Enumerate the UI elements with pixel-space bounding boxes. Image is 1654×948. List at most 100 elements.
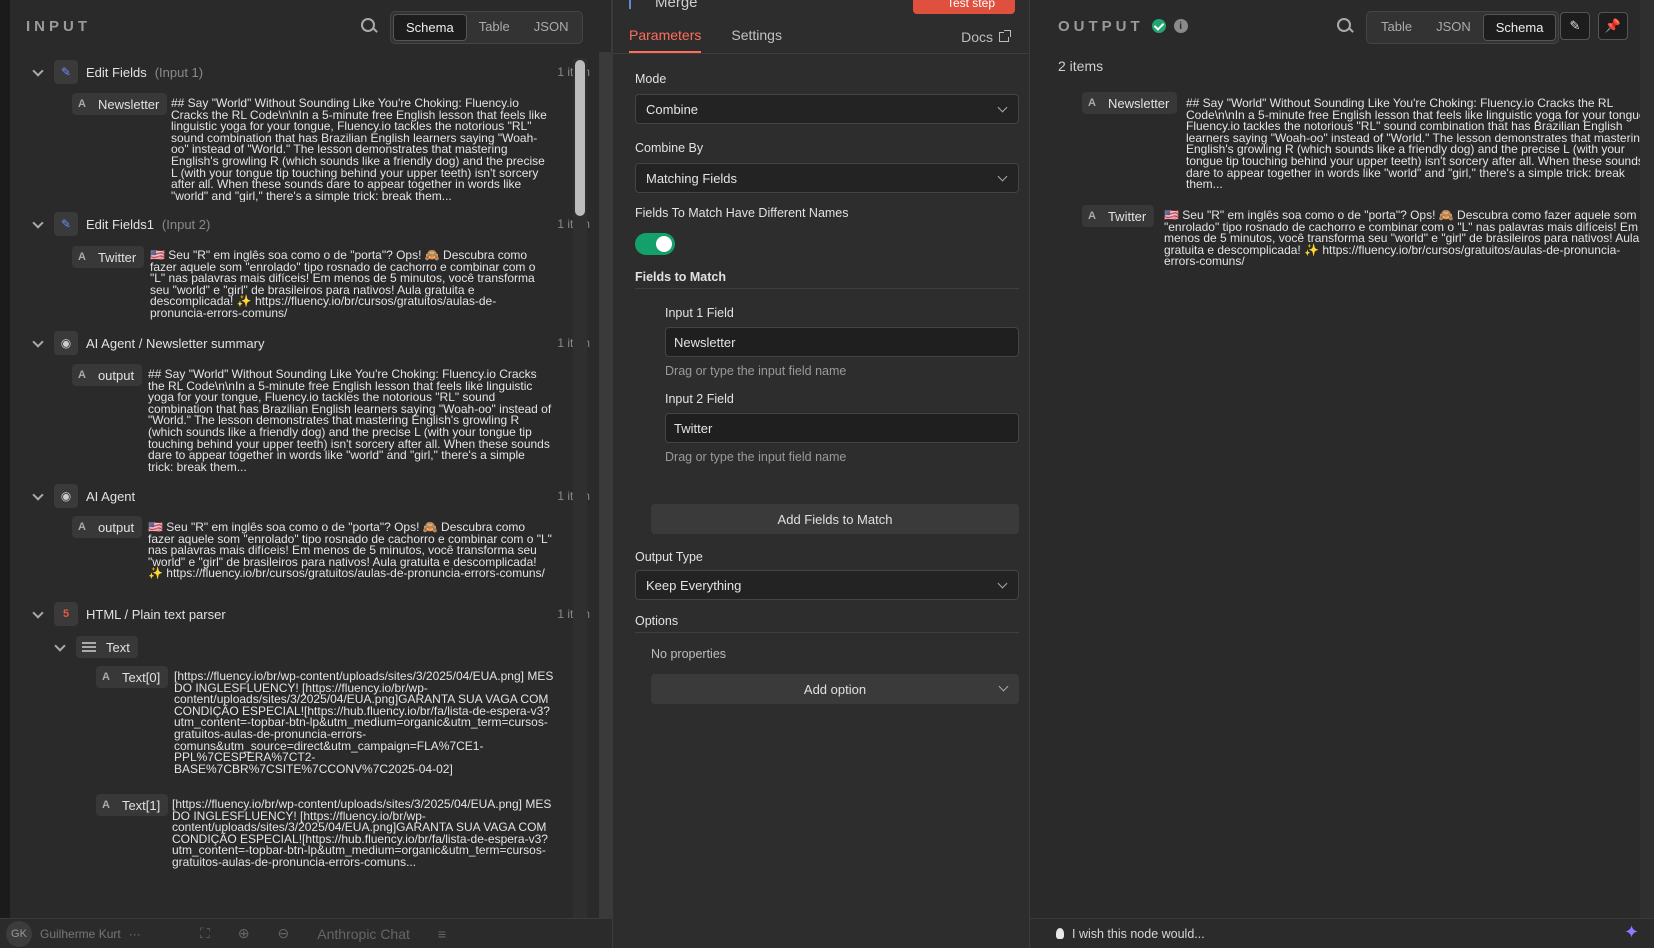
field-pill-twitter[interactable]: A Twitter — [1082, 205, 1155, 227]
text-array-group[interactable]: Text — [52, 636, 138, 658]
database-icon[interactable]: ≡ — [438, 926, 446, 942]
output-title: OUTPUT — [1058, 17, 1144, 35]
view-schema-button[interactable]: Schema — [1482, 14, 1557, 41]
chevron-down-icon[interactable] — [30, 335, 46, 351]
add-option-button[interactable]: Add option — [651, 674, 1019, 704]
feedback-bar[interactable]: I wish this node would... ✦ — [1030, 918, 1654, 948]
avatar: GK — [6, 920, 32, 947]
view-json-button[interactable]: JSON — [1424, 14, 1483, 41]
tab-settings[interactable]: Settings — [731, 27, 782, 53]
test-step-button[interactable]: Test step — [912, 0, 1015, 14]
output-type-select[interactable]: Keep Everything — [635, 570, 1019, 600]
ai-assistant-icon[interactable]: ✦ — [1624, 922, 1646, 944]
field-pill-text1[interactable]: A Text[1] — [96, 794, 169, 816]
field-pill-newsletter[interactable]: A Newsletter — [72, 93, 168, 115]
node-title: Merge — [629, 0, 698, 11]
combine-by-value: Matching Fields — [646, 170, 738, 186]
output-header: OUTPUT i Table JSON Schema ✎ 📌 — [1030, 0, 1654, 52]
tab-parameters[interactable]: Parameters — [629, 27, 702, 53]
node-html-parser[interactable]: 5 HTML / Plain text parser 1 item — [30, 602, 590, 626]
input-title: INPUT — [26, 17, 91, 35]
edit-output-button[interactable]: ✎ — [1560, 12, 1590, 40]
field-pill-newsletter[interactable]: A Newsletter — [1082, 92, 1178, 114]
field-value: ## Say "World" Without Sounding Like You… — [148, 369, 552, 473]
user-name: Guilherme Kurt — [40, 926, 121, 941]
list-icon — [82, 641, 96, 653]
left-edge — [0, 0, 10, 918]
robot-icon: ◉ — [54, 331, 78, 355]
search-icon[interactable] — [360, 17, 378, 35]
scrollbar-thumb[interactable] — [575, 60, 585, 216]
node-input-label: (Input 1) — [154, 64, 204, 80]
view-schema-button[interactable]: Schema — [393, 14, 467, 41]
chevron-down-icon[interactable] — [30, 488, 46, 504]
options-label: Options — [635, 614, 679, 628]
node-input-label: (Input 2) — [161, 216, 211, 232]
field-name: Newsletter — [97, 96, 160, 112]
success-check-icon — [1151, 19, 1166, 33]
node-tabs: Parameters Settings — [629, 27, 782, 53]
fields-to-match-label: Fields to Match — [635, 270, 726, 284]
field-value: 🇺🇸 Seu "R" em inglês soa como o de "port… — [148, 522, 552, 581]
different-names-label: Fields To Match Have Different Names — [635, 206, 849, 220]
docs-label: Docs — [961, 29, 993, 45]
field-value: ## Say "World" Without Sounding Like You… — [1186, 98, 1649, 192]
input1-field-input[interactable] — [665, 327, 1019, 357]
node-edit-fields1[interactable]: ✎ Edit Fields1 (Input 2) 1 item — [30, 212, 590, 236]
field-pill-output[interactable]: A output — [72, 516, 143, 538]
view-table-button[interactable]: Table — [1369, 14, 1424, 41]
zoom-out-icon[interactable]: ⊖ — [278, 925, 290, 942]
chevron-down-icon — [997, 171, 1008, 182]
search-icon[interactable] — [1336, 17, 1354, 35]
fit-view-icon[interactable]: ⛶ — [200, 925, 210, 942]
chevron-down-icon[interactable] — [30, 64, 46, 80]
view-table-button[interactable]: Table — [467, 14, 522, 41]
input2-field-label: Input 2 Field — [665, 392, 734, 406]
node-edit-fields[interactable]: ✎ Edit Fields (Input 1) 1 item — [30, 60, 590, 84]
more-icon[interactable]: ··· — [129, 927, 141, 941]
docs-link[interactable]: Docs — [961, 29, 1011, 45]
mode-label: Mode — [635, 72, 667, 86]
lightbulb-icon — [1056, 928, 1064, 939]
view-json-button[interactable]: JSON — [522, 14, 581, 41]
input2-field-input[interactable] — [665, 413, 1019, 443]
different-names-toggle[interactable] — [635, 233, 675, 255]
pencil-icon: ✎ — [1569, 18, 1581, 33]
field-pill-output[interactable]: A output — [72, 364, 143, 386]
combine-by-select[interactable]: Matching Fields — [635, 163, 1019, 193]
mode-select[interactable]: Combine — [635, 94, 1019, 124]
node-name: Edit Fields1 — [86, 216, 154, 232]
string-type-icon: A — [1088, 97, 1096, 109]
field-pill-text[interactable]: Text — [76, 636, 138, 658]
add-fields-to-match-button[interactable]: Add Fields to Match — [651, 504, 1019, 534]
node-ai-agent[interactable]: ◉ AI Agent 1 item — [30, 484, 590, 508]
input-panel: INPUT Schema Table JSON ✎ Edit Fields (I… — [10, 0, 612, 918]
string-type-icon: A — [78, 251, 86, 263]
field-pill-text0[interactable]: A Text[0] — [96, 666, 169, 688]
output-type-label: Output Type — [635, 550, 703, 564]
chevron-down-icon[interactable] — [52, 639, 68, 655]
field-name: Text[1] — [121, 797, 161, 813]
string-type-icon: A — [102, 671, 110, 683]
chat-label[interactable]: Anthropic Chat — [317, 926, 410, 942]
zoom-in-icon[interactable]: ⊕ — [238, 925, 250, 942]
chevron-down-icon[interactable] — [30, 216, 46, 232]
input-scrollbar[interactable] — [573, 58, 587, 918]
panel-gutter — [599, 52, 611, 918]
field-name: Text[0] — [121, 669, 161, 685]
field-value: [https://fluency.io/br/wp-content/upload… — [172, 799, 552, 869]
user-menu[interactable]: GK Guilherme Kurt ··· — [0, 920, 141, 947]
field-name: Twitter — [97, 249, 137, 265]
info-icon[interactable]: i — [1173, 19, 1188, 33]
robot-icon: ◉ — [54, 484, 78, 508]
string-type-icon: A — [78, 521, 86, 533]
feedback-text: I wish this node would... — [1072, 926, 1205, 941]
pin-data-button[interactable]: 📌 — [1598, 12, 1628, 40]
output-panel: OUTPUT i Table JSON Schema ✎ 📌 2 items A… — [1030, 0, 1654, 918]
node-name: HTML / Plain text parser — [86, 606, 226, 622]
chevron-down-icon[interactable] — [30, 606, 46, 622]
field-pill-twitter[interactable]: A Twitter — [72, 246, 145, 268]
merge-icon — [629, 0, 647, 9]
no-properties-text: No properties — [651, 647, 727, 661]
node-ai-agent-newsletter[interactable]: ◉ AI Agent / Newsletter summary 1 item — [30, 331, 590, 355]
